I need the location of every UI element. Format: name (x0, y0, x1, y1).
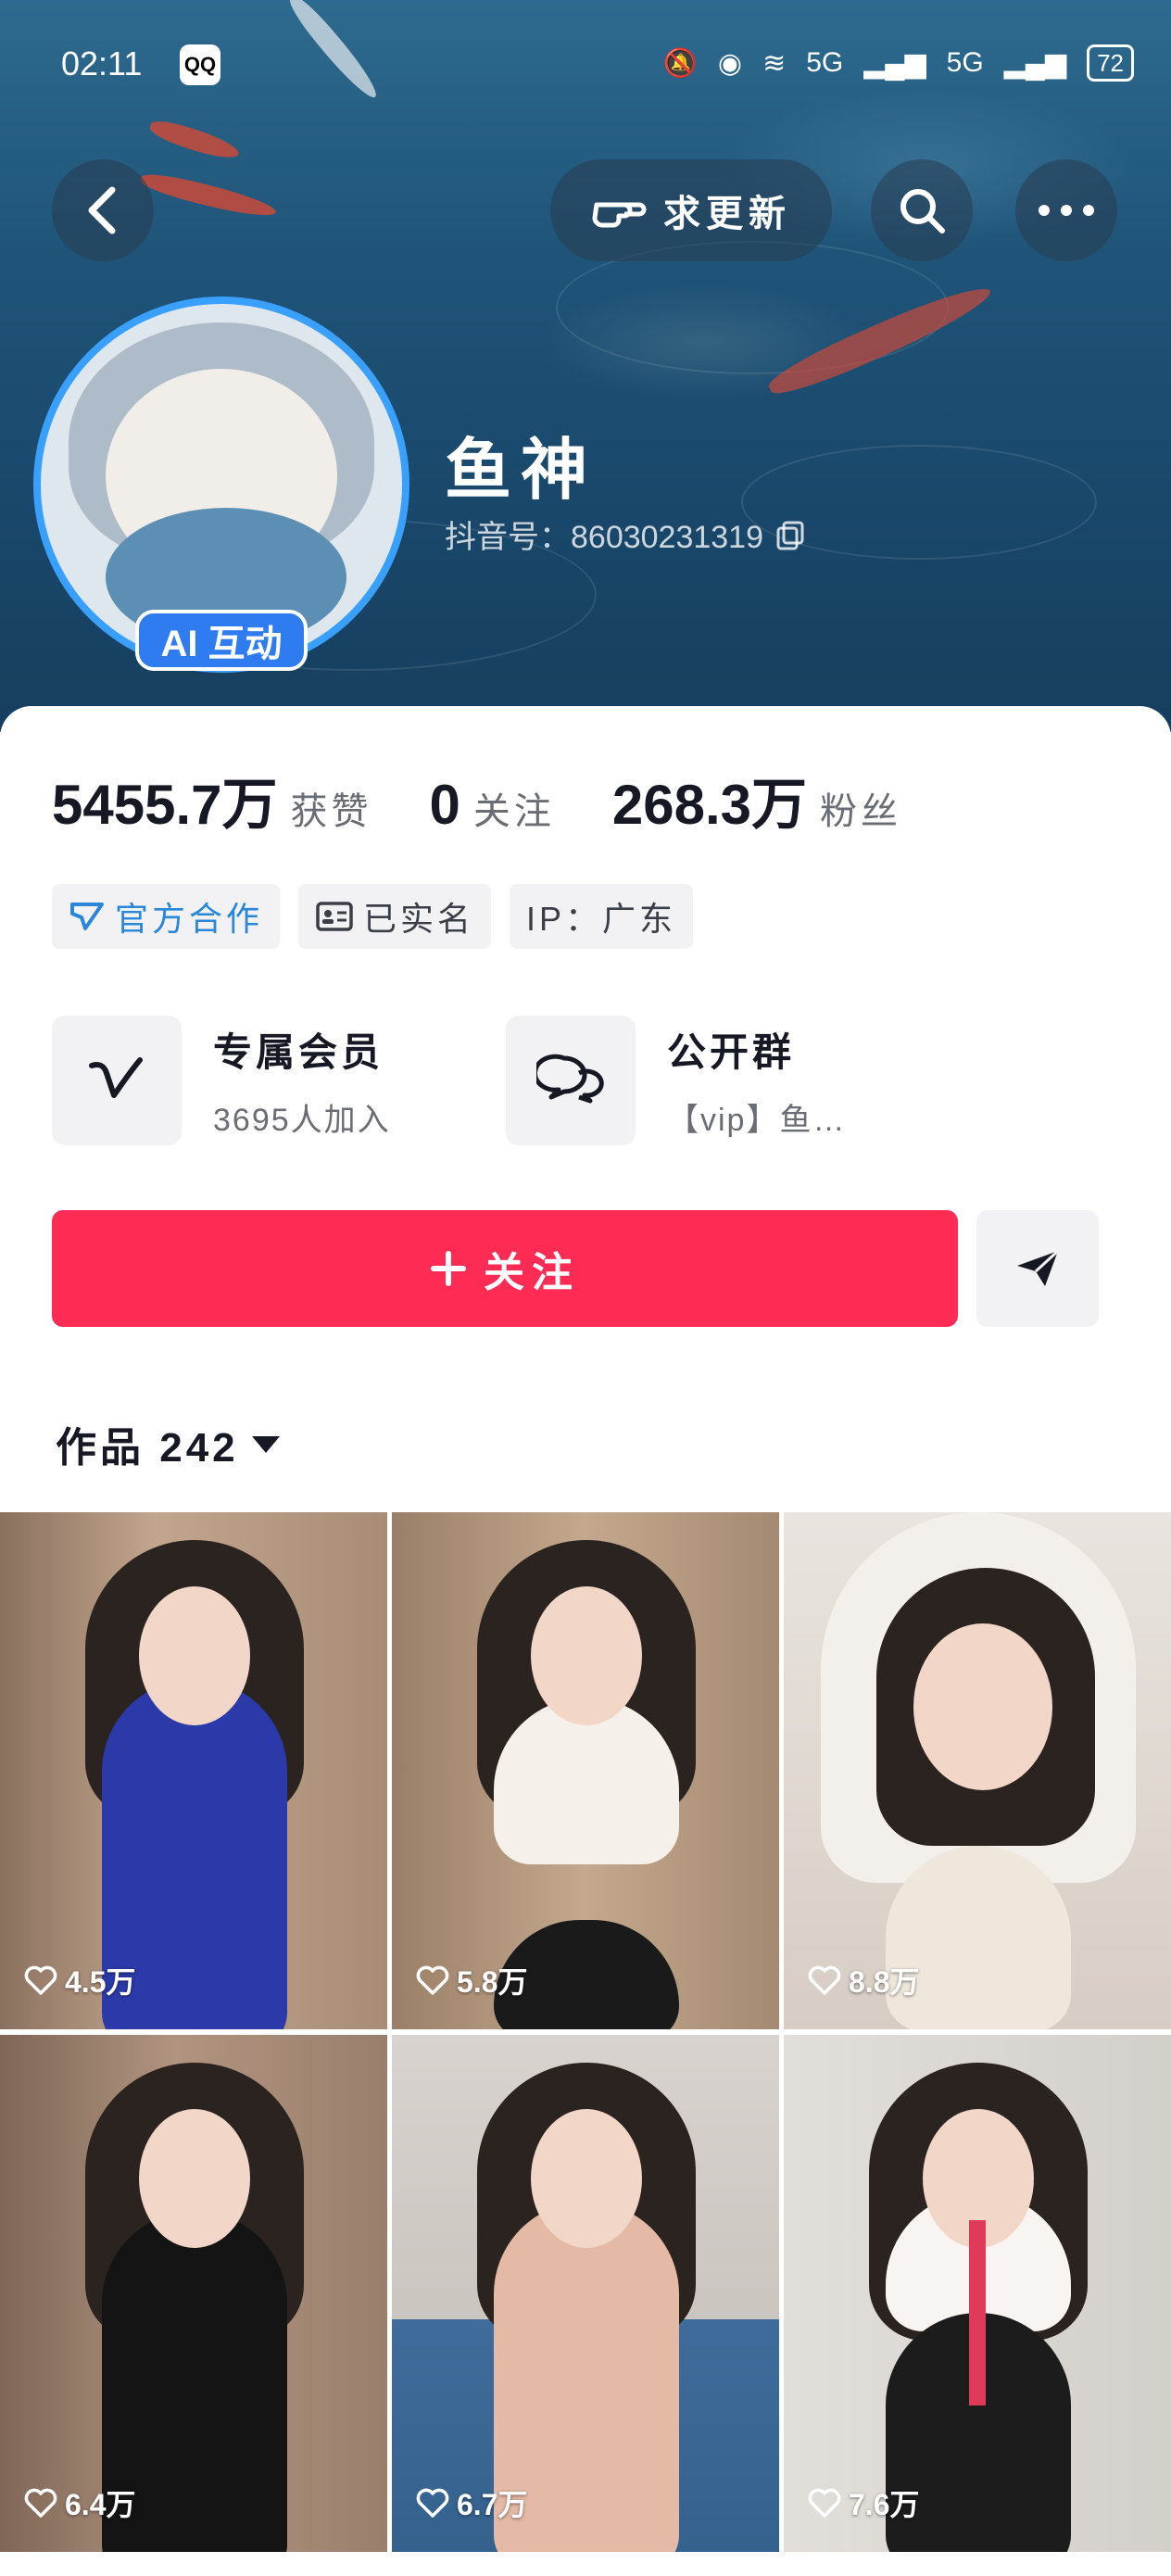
thumbnail-face (531, 1586, 642, 1725)
search-button[interactable] (871, 159, 973, 261)
following-count[interactable]: 0 (430, 773, 460, 837)
heart-icon (24, 1965, 57, 1995)
heart-icon (808, 1965, 841, 1995)
following-label: 关注 (472, 791, 555, 832)
tag-label: 已实名 (363, 900, 475, 938)
more-dots-icon (1039, 205, 1094, 216)
membership-title: 专属会员 (213, 1030, 384, 1074)
request-update-button[interactable]: 求更新 (550, 159, 832, 261)
video-likes-count: 8.8万 (849, 1965, 920, 1999)
signal-icon: ▂▄▆ (1003, 47, 1067, 79)
video-likes-count: 4.5万 (65, 1965, 136, 1999)
likes-count[interactable]: 5455.7万 (52, 760, 278, 840)
battery-indicator: 72 (1087, 44, 1134, 82)
membership-entry[interactable]: 专属会员 3695人加入 (52, 1016, 391, 1145)
heart-icon (24, 2488, 57, 2518)
video-likes: 8.8万 (808, 1959, 920, 2001)
caret-down-icon (251, 1436, 280, 1453)
heart-icon (416, 2488, 449, 2518)
tag-label: IP：广东 (526, 900, 677, 938)
official-icon (70, 903, 104, 930)
thumbnail-face (531, 2109, 642, 2248)
video-likes: 7.6万 (808, 2481, 920, 2524)
back-button[interactable] (52, 159, 154, 261)
tags-row: 官方合作 已实名 IP：广东 (52, 884, 694, 949)
tag-verified[interactable]: 已实名 (298, 884, 492, 949)
membership-icon-box (52, 1016, 182, 1145)
pointing-hand-icon (592, 202, 647, 228)
profile-header: 02:11 QQ 🔕 ◉ ≋ 5G ▂▄▆ 5G ▂▄▆ 72 求更新 AI 互… (0, 0, 1171, 732)
search-icon (900, 189, 945, 234)
video-grid: 4.5万 5.8万 8.8万 6.4万 6.7万 7.6万 (0, 1512, 1171, 2552)
stats-row: 5455.7万 获赞 0 关注 268.3万 粉丝 (52, 760, 959, 840)
video-likes-count: 6.7万 (457, 2488, 528, 2521)
heart-icon (808, 2488, 841, 2518)
group-title: 公开群 (667, 1030, 796, 1074)
koi-fish (138, 169, 279, 222)
mute-icon: 🔕 (662, 47, 698, 79)
group-chat-entry[interactable]: 公开群 【vip】鱼… (506, 1016, 846, 1145)
likes-label: 获赞 (290, 791, 372, 832)
follow-button[interactable]: 关注 (52, 1210, 958, 1327)
network-label-2: 5G (946, 47, 984, 78)
thumbnail-outfit (886, 1846, 1071, 2029)
nickname: 鱼神 (445, 434, 598, 508)
v-membership-icon (89, 1057, 143, 1098)
video-likes-count: 7.6万 (849, 2488, 920, 2521)
works-tab[interactable]: 作品 242 (56, 1414, 282, 1473)
signal-icon: ▂▄▆ (863, 47, 926, 79)
video-thumbnail[interactable]: 5.8万 (392, 1512, 779, 2029)
qq-notification-icon: QQ (180, 44, 220, 85)
group-subtitle: 【vip】鱼… (667, 1103, 847, 1138)
network-label-1: 5G (806, 47, 844, 78)
tag-official-cooperation[interactable]: 官方合作 (52, 884, 281, 949)
video-likes: 6.4万 (24, 2481, 136, 2524)
video-thumbnail[interactable]: 8.8万 (784, 1512, 1171, 2029)
followers-label: 粉丝 (820, 791, 902, 832)
follow-label: 关注 (484, 1250, 580, 1295)
douyin-id: 抖音号：86030231319 (445, 520, 764, 555)
status-bar: 02:11 QQ 🔕 ◉ ≋ 5G ▂▄▆ 5G ▂▄▆ 72 (61, 44, 1134, 91)
thumbnail-face (913, 1623, 1052, 1790)
video-thumbnail[interactable]: 7.6万 (784, 2035, 1171, 2552)
koi-fish (147, 116, 242, 164)
location-icon: ◉ (717, 47, 743, 79)
followers-count[interactable]: 268.3万 (612, 760, 807, 840)
video-likes: 4.5万 (24, 1959, 136, 2001)
tag-label: 官方合作 (115, 900, 264, 938)
ai-interaction-badge[interactable]: AI 互动 (135, 610, 308, 671)
thumbnail-face (139, 1586, 250, 1725)
id-card-icon (316, 902, 353, 931)
group-chat-icon (536, 1054, 604, 1104)
thumbnail-tie (969, 2220, 986, 2406)
video-thumbnail[interactable]: 4.5万 (0, 1512, 387, 2029)
group-icon-box (506, 1016, 636, 1145)
copy-icon[interactable] (774, 519, 806, 550)
chevron-left-icon (88, 186, 116, 234)
plus-icon (431, 1251, 466, 1286)
paper-plane-icon (1017, 1249, 1060, 1286)
heart-icon (416, 1965, 449, 1995)
status-time: 02:11 (61, 44, 143, 82)
request-update-label: 求更新 (663, 194, 791, 234)
video-likes-count: 5.8万 (457, 1965, 528, 1999)
video-likes: 6.7万 (416, 2481, 528, 2524)
douyin-id-row[interactable]: 抖音号：86030231319 (445, 511, 806, 557)
tag-ip-location[interactable]: IP：广东 (510, 884, 694, 949)
video-likes-count: 6.4万 (65, 2488, 136, 2521)
video-thumbnail[interactable]: 6.4万 (0, 2035, 387, 2552)
works-label: 作品 242 (56, 1425, 239, 1471)
more-button[interactable] (1015, 159, 1117, 261)
send-message-button[interactable] (976, 1210, 1099, 1327)
wifi-icon: ≋ (762, 47, 787, 79)
video-likes: 5.8万 (416, 1959, 528, 2001)
membership-subtitle: 3695人加入 (213, 1103, 391, 1138)
video-thumbnail[interactable]: 6.7万 (392, 2035, 779, 2552)
thumbnail-face (139, 2109, 250, 2248)
